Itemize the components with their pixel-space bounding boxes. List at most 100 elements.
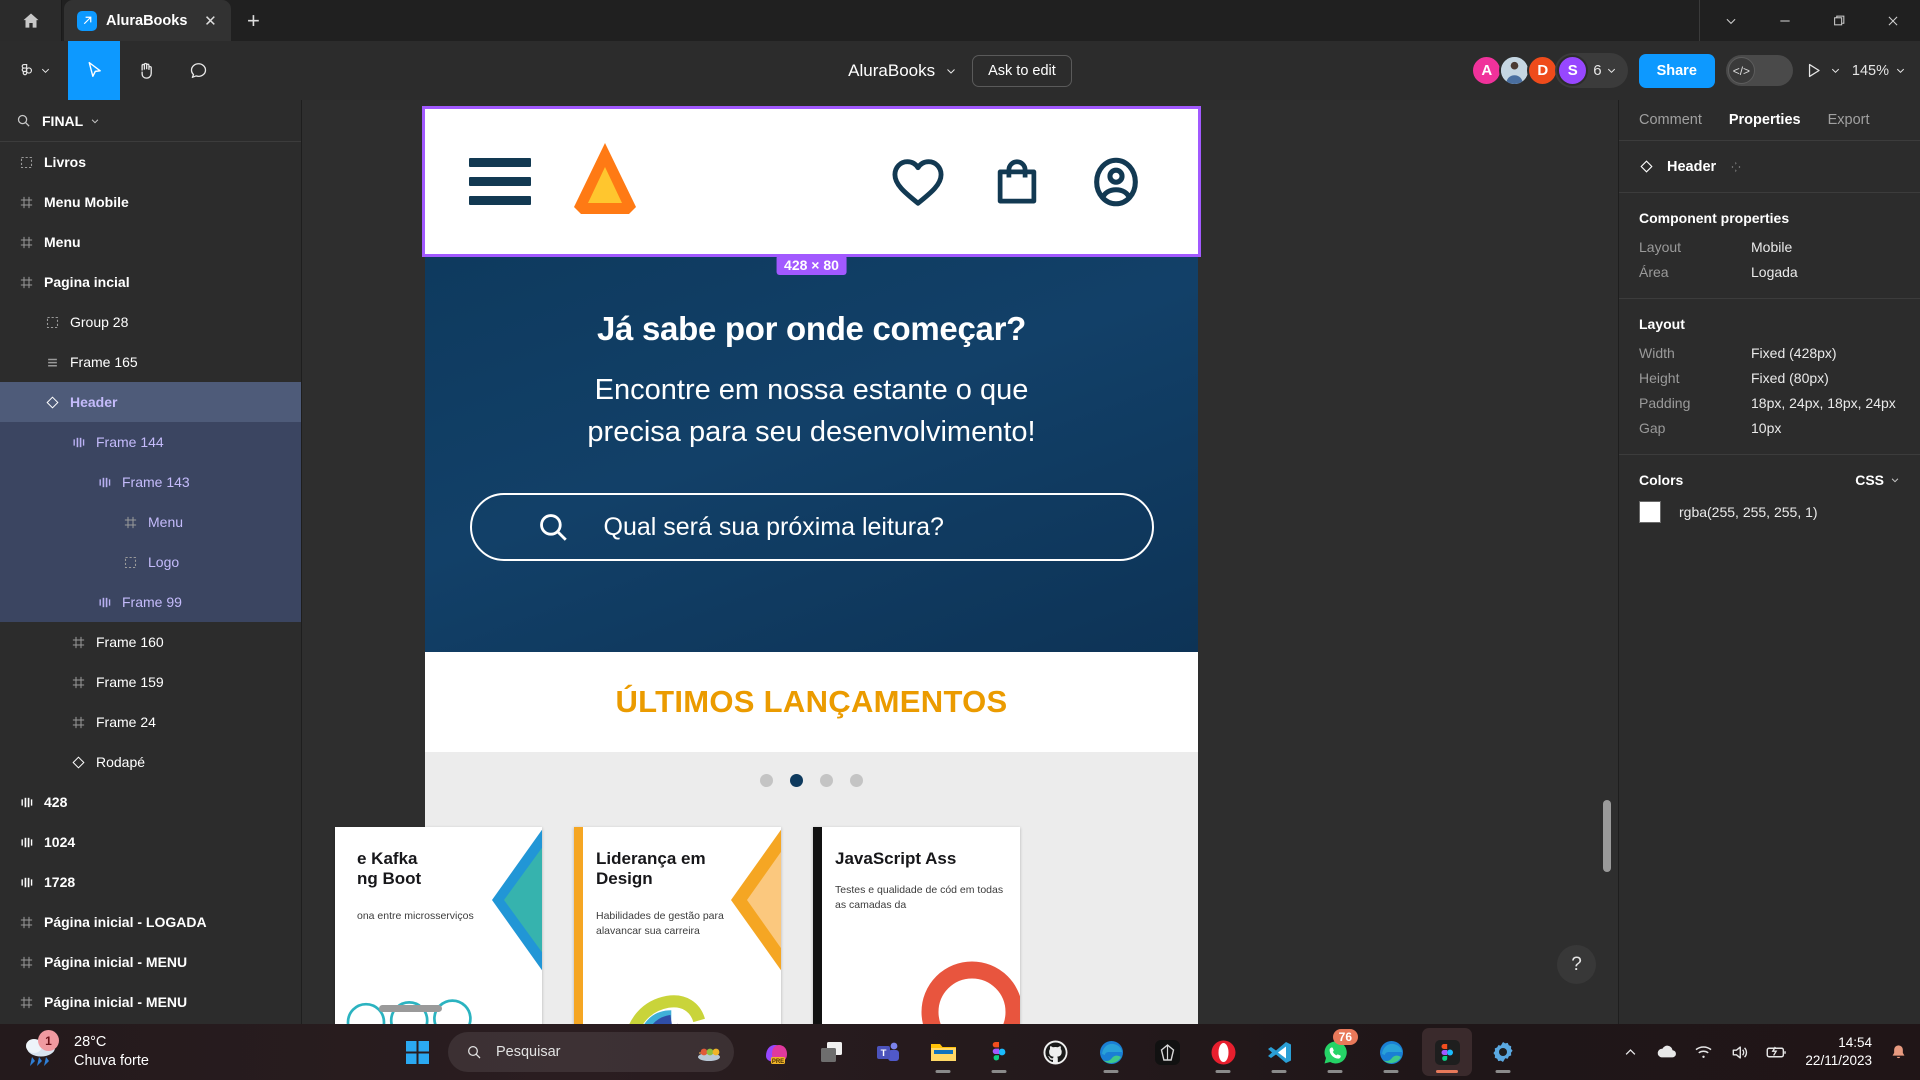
heart-icon[interactable] — [888, 154, 948, 210]
book-card[interactable]: e Kafka ng Boot ona entre microsserviços — [335, 827, 542, 1024]
new-tab-button[interactable]: + — [231, 0, 275, 41]
chevron-down-icon[interactable] — [1704, 0, 1758, 41]
figma-app-icon[interactable] — [1422, 1028, 1472, 1076]
zoom-control[interactable]: 145% — [1852, 63, 1906, 79]
layer-row[interactable]: Pagina incial — [0, 262, 301, 302]
carousel-dot[interactable] — [820, 774, 833, 787]
microsoft-edge-icon[interactable] — [1086, 1028, 1136, 1076]
home-button[interactable] — [0, 0, 62, 41]
search-icon[interactable] — [16, 113, 31, 128]
microsoft-teams-icon[interactable]: T — [862, 1028, 912, 1076]
layer-row[interactable]: Frame 143 — [0, 462, 301, 502]
alura-logo-icon[interactable] — [569, 141, 641, 222]
layer-row[interactable]: Group 28 — [0, 302, 301, 342]
layer-row[interactable]: Frame 99 — [0, 582, 301, 622]
property-row[interactable]: Área Logada — [1639, 264, 1900, 280]
book-card[interactable]: JavaScript Ass Testes e qualidade de cód… — [813, 827, 1020, 1024]
canvas-vertical-scrollbar[interactable] — [1603, 800, 1611, 872]
avatar[interactable] — [1499, 55, 1531, 86]
layer-row[interactable]: Página inicial - MENU — [0, 942, 301, 982]
onedrive-icon[interactable] — [1655, 1044, 1677, 1060]
share-button[interactable]: Share — [1638, 53, 1715, 88]
comment-tool[interactable] — [172, 41, 224, 100]
browser-tab[interactable]: AluraBooks ✕ — [64, 0, 232, 41]
dev-mode-toggle[interactable]: </> — [1725, 55, 1793, 86]
layer-row[interactable]: Logo — [0, 542, 301, 582]
layer-row[interactable]: Página inicial - MENU — [0, 982, 301, 1022]
layers-search-row[interactable]: FINAL — [0, 100, 301, 142]
github-icon[interactable] — [1030, 1028, 1080, 1076]
bell-icon[interactable] — [1889, 1043, 1908, 1062]
present-button[interactable] — [1804, 61, 1841, 80]
help-button[interactable]: ? — [1557, 945, 1596, 984]
tab-export[interactable]: Export — [1828, 112, 1870, 128]
settings-icon[interactable] — [1478, 1028, 1528, 1076]
volume-icon[interactable] — [1730, 1044, 1749, 1061]
color-format-selector[interactable]: CSS — [1855, 472, 1900, 488]
layer-row[interactable]: Livros — [0, 142, 301, 182]
layer-row[interactable]: Frame 159 — [0, 662, 301, 702]
layer-row[interactable]: Menu — [0, 502, 301, 542]
carousel-dot[interactable] — [850, 774, 863, 787]
collaborator-count-pill[interactable]: S 6 — [1555, 53, 1628, 88]
swap-instance-icon[interactable] — [1729, 160, 1743, 174]
figma-main-menu-button[interactable] — [0, 41, 68, 100]
restore-icon[interactable] — [1812, 0, 1866, 41]
layer-row[interactable]: Frame 160 — [0, 622, 301, 662]
tab-comment[interactable]: Comment — [1639, 112, 1702, 128]
close-icon[interactable] — [1866, 0, 1920, 41]
color-swatch-row[interactable]: rgba(255, 255, 255, 1) — [1639, 501, 1900, 523]
layer-row[interactable]: Frame 24 — [0, 702, 301, 742]
file-explorer-icon[interactable] — [918, 1028, 968, 1076]
layer-row[interactable]: Frame 165 — [0, 342, 301, 382]
layer-row[interactable]: Menu Mobile — [0, 182, 301, 222]
file-name-menu[interactable]: AluraBooks — [848, 61, 957, 81]
ask-to-edit-button[interactable]: Ask to edit — [972, 54, 1072, 87]
design-header[interactable] — [422, 106, 1201, 257]
layer-row[interactable]: Página inicial - LOGADA — [0, 902, 301, 942]
obsidian-icon[interactable] — [1142, 1028, 1192, 1076]
hero-search-input[interactable]: Qual será sua próxima leitura? — [469, 493, 1154, 562]
windows-start-icon[interactable] — [392, 1028, 442, 1076]
property-row[interactable]: Layout Mobile — [1639, 239, 1900, 255]
color-swatch[interactable] — [1639, 501, 1661, 523]
layer-row[interactable]: 428 — [0, 782, 301, 822]
book-card[interactable]: Liderança em Design Habilidades de gestã… — [574, 827, 781, 1024]
canvas-horizontal-scrollbar[interactable] — [379, 1005, 442, 1012]
tab-properties[interactable]: Properties — [1729, 112, 1801, 128]
user-account-icon[interactable] — [1086, 153, 1146, 211]
microsoft-edge-icon[interactable] — [1366, 1028, 1416, 1076]
figma-canvas[interactable]: 428 × 80 Já sabe por onde começar? Encon… — [302, 100, 1618, 1024]
book-carousel[interactable]: e Kafka ng Boot ona entre microsserviços — [335, 752, 1198, 1024]
shopping-bag-icon[interactable] — [990, 154, 1044, 210]
avatar[interactable]: D — [1527, 55, 1559, 86]
carousel-dot-active[interactable] — [790, 774, 803, 787]
hamburger-menu-icon[interactable] — [469, 158, 531, 205]
layer-row[interactable]: Header — [0, 382, 301, 422]
carousel-dot[interactable] — [760, 774, 773, 787]
wifi-icon[interactable] — [1694, 1044, 1713, 1060]
layer-row[interactable]: 1728 — [0, 862, 301, 902]
opera-icon[interactable] — [1198, 1028, 1248, 1076]
minimize-icon[interactable] — [1758, 0, 1812, 41]
chevron-up-icon[interactable] — [1623, 1045, 1638, 1060]
vs-code-icon[interactable] — [1254, 1028, 1304, 1076]
page-selector[interactable]: FINAL — [42, 113, 100, 129]
artboard-pagina-inicial[interactable]: 428 × 80 Já sabe por onde começar? Encon… — [335, 106, 1201, 1024]
avatar[interactable]: A — [1471, 55, 1503, 86]
weather-widget[interactable]: 1 28°C Chuva forte — [0, 1030, 400, 1071]
close-icon[interactable]: ✕ — [200, 11, 220, 31]
copilot-pro-icon[interactable]: PRE — [750, 1028, 800, 1076]
layer-row[interactable]: Menu — [0, 222, 301, 262]
layer-row[interactable]: Frame 144 — [0, 422, 301, 462]
taskbar-clock[interactable]: 14:54 22/11/2023 — [1805, 1034, 1872, 1070]
layer-row[interactable]: Rodapé — [0, 742, 301, 782]
whatsapp-icon[interactable]: 76 — [1310, 1028, 1360, 1076]
task-view-icon[interactable] — [806, 1028, 856, 1076]
layer-row[interactable]: 1024 — [0, 822, 301, 862]
taskbar-search[interactable]: Pesquisar — [448, 1032, 734, 1072]
battery-charging-icon[interactable] — [1766, 1045, 1788, 1060]
figma-desktop-icon[interactable] — [974, 1028, 1024, 1076]
move-tool[interactable] — [68, 41, 120, 100]
hand-tool[interactable] — [120, 41, 172, 100]
